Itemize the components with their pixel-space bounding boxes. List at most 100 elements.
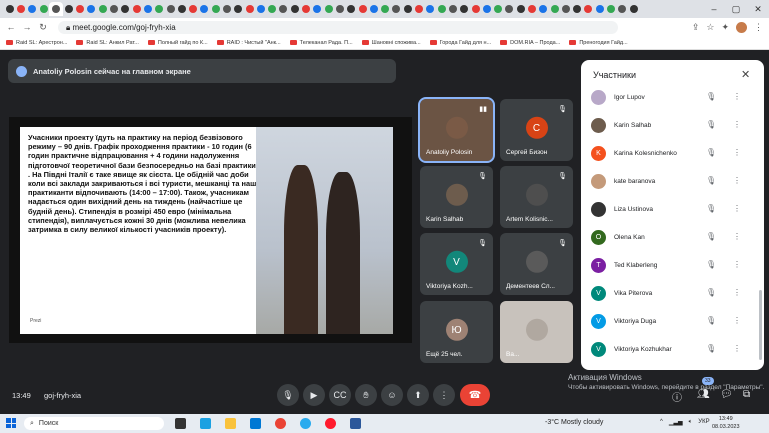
browser-tab[interactable]: [210, 2, 221, 16]
bookmark-item[interactable]: Полный гайд по К...: [147, 40, 208, 46]
browser-tab[interactable]: [131, 2, 142, 16]
browser-tab[interactable]: [176, 2, 187, 16]
browser-tab[interactable]: [560, 2, 571, 16]
participant-row[interactable]: V Viktoriya Kozhukhar 🎙︎ ⋮: [581, 336, 764, 364]
browser-tab[interactable]: [549, 2, 560, 16]
share-icon[interactable]: ⇪: [692, 22, 700, 33]
browser-tab[interactable]: [165, 2, 176, 16]
tray-chevron-icon[interactable]: ^: [660, 419, 663, 426]
forward-icon[interactable]: →: [22, 22, 32, 32]
participant-row[interactable]: Igor Lupov 🎙︎ ⋮: [581, 84, 764, 112]
bookmark-star-icon[interactable]: ☆: [706, 22, 714, 33]
browser-tab[interactable]: [244, 2, 255, 16]
close-icon[interactable]: ✕: [741, 68, 750, 81]
browser-tab[interactable]: [334, 2, 345, 16]
volume-icon[interactable]: 🔈︎: [689, 419, 693, 426]
browser-tab[interactable]: [221, 2, 232, 16]
participant-row[interactable]: Karin Salhab 🎙︎ ⋮: [581, 112, 764, 140]
raise-hand-button[interactable]: ✋︎: [355, 384, 377, 406]
participant-row[interactable]: K Karina Kolesnichenko 🎙︎ ⋮: [581, 140, 764, 168]
more-vert-icon[interactable]: ⋮: [733, 260, 741, 269]
mic-off-icon[interactable]: 🎙︎: [706, 344, 716, 353]
language-indicator[interactable]: УКР: [698, 419, 709, 426]
windows-start-icon[interactable]: [6, 418, 16, 428]
browser-tab[interactable]: [504, 2, 515, 16]
telegram-icon[interactable]: [300, 418, 311, 429]
browser-tab[interactable]: [526, 2, 537, 16]
maximize-icon[interactable]: ▢: [725, 0, 747, 18]
more-vert-icon[interactable]: ⋮: [733, 288, 741, 297]
bookmark-item[interactable]: Raid SL: Арестрон...: [6, 40, 67, 46]
reload-icon[interactable]: ↻: [38, 22, 48, 33]
more-vert-icon[interactable]: ⋮: [733, 148, 741, 157]
browser-tab[interactable]: [255, 2, 266, 16]
opera-icon[interactable]: [325, 418, 336, 429]
browser-tab[interactable]: [594, 2, 605, 16]
bookmark-item[interactable]: Телеканал Рада. П...: [289, 40, 353, 46]
chat-icon[interactable]: 💬︎: [720, 389, 733, 400]
bookmark-item[interactable]: RAID : Чистый "Анк...: [216, 40, 281, 46]
browser-tab[interactable]: [413, 2, 424, 16]
bookmark-item[interactable]: DOM.RIA – Прода...: [500, 40, 560, 46]
browser-tab[interactable]: [380, 2, 391, 16]
word-icon[interactable]: [350, 418, 361, 429]
browser-tab[interactable]: [108, 2, 119, 16]
browser-tab[interactable]: [447, 2, 458, 16]
participant-tile[interactable]: Ю Ещё 25 чел.: [420, 301, 493, 363]
browser-tab[interactable]: [583, 2, 594, 16]
browser-tab[interactable]: [459, 2, 470, 16]
browser-tab[interactable]: [142, 2, 153, 16]
participant-tile[interactable]: V 🎙︎ Viktoriya Kozh...: [420, 233, 493, 295]
browser-tab[interactable]: [267, 2, 278, 16]
browser-tab[interactable]: [97, 2, 108, 16]
browser-tab[interactable]: [49, 2, 64, 16]
mic-off-icon[interactable]: 🎙︎: [706, 204, 716, 213]
camera-button[interactable]: ▶: [303, 384, 325, 406]
mic-off-icon[interactable]: 🎙︎: [706, 148, 716, 157]
mic-off-icon[interactable]: 🎙︎: [706, 288, 716, 297]
browser-tab[interactable]: [199, 2, 210, 16]
browser-tab[interactable]: [27, 2, 38, 16]
browser-tab[interactable]: [470, 2, 481, 16]
mic-off-icon[interactable]: 🎙︎: [706, 316, 716, 325]
mic-button[interactable]: 🎙︎: [277, 384, 299, 406]
browser-tab[interactable]: [4, 2, 15, 16]
info-icon[interactable]: ⓘ: [672, 389, 682, 404]
menu-icon[interactable]: ⋮: [754, 22, 763, 33]
browser-tab[interactable]: [515, 2, 526, 16]
browser-tab[interactable]: [605, 2, 616, 16]
chrome-icon[interactable]: [275, 418, 286, 429]
browser-tab[interactable]: [120, 2, 131, 16]
more-vert-icon[interactable]: ⋮: [733, 92, 741, 101]
browser-tab[interactable]: [233, 2, 244, 16]
participant-row[interactable]: V Vika Piterova 🎙︎ ⋮: [581, 280, 764, 308]
minimize-icon[interactable]: –: [703, 0, 725, 18]
participant-tile[interactable]: С 🎙︎ Сергей Бизон: [500, 99, 573, 161]
extensions-icon[interactable]: ✦: [721, 22, 729, 33]
mic-off-icon[interactable]: 🎙︎: [706, 120, 716, 129]
browser-tab[interactable]: [357, 2, 368, 16]
taskbar-search[interactable]: ⌕ Поиск: [24, 417, 164, 430]
browser-tab[interactable]: [481, 2, 492, 16]
mic-off-icon[interactable]: 🎙︎: [706, 92, 716, 101]
edge-icon[interactable]: [200, 418, 211, 429]
more-options-button[interactable]: ⋮: [433, 384, 455, 406]
mic-off-icon[interactable]: 🎙︎: [706, 260, 716, 269]
task-view-icon[interactable]: [175, 418, 186, 429]
more-vert-icon[interactable]: ⋮: [733, 316, 741, 325]
back-icon[interactable]: ←: [6, 22, 16, 32]
browser-tab[interactable]: [323, 2, 334, 16]
participant-row[interactable]: T Ted Klaberleng 🎙︎ ⋮: [581, 252, 764, 280]
file-explorer-icon[interactable]: [225, 418, 236, 429]
emoji-button[interactable]: ☺: [381, 384, 403, 406]
participant-row[interactable]: V Viktoriya Duga 🎙︎ ⋮: [581, 308, 764, 336]
network-icon[interactable]: ▁▃▅: [669, 419, 683, 426]
browser-tab[interactable]: [391, 2, 402, 16]
more-vert-icon[interactable]: ⋮: [733, 232, 741, 241]
more-vert-icon[interactable]: ⋮: [733, 344, 741, 353]
bookmark-item[interactable]: Raid SL: Анкил Рат...: [76, 40, 139, 46]
participant-row[interactable]: O Olena Kan 🎙︎ ⋮: [581, 224, 764, 252]
participant-tile[interactable]: 🎙︎ Дементеев Сл...: [500, 233, 573, 295]
browser-tab[interactable]: [86, 2, 97, 16]
more-vert-icon[interactable]: ⋮: [733, 120, 741, 129]
